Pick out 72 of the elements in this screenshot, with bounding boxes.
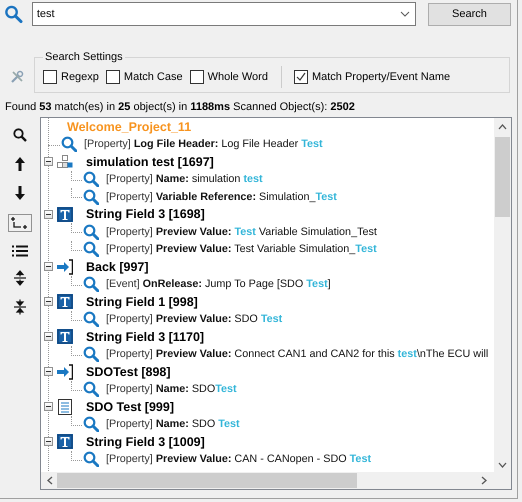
grid-icon bbox=[57, 155, 73, 168]
search-field[interactable]: test bbox=[32, 2, 416, 26]
vertical-scrollbar[interactable] bbox=[494, 118, 511, 472]
status-text: Found 53 match(es) in 25 object(s) in 1188ms Scanned Object(s): 2502 bbox=[4, 100, 356, 115]
search-icon[interactable] bbox=[12, 127, 28, 143]
search-icon bbox=[83, 241, 99, 258]
expand-icon[interactable] bbox=[14, 270, 26, 286]
search-icon bbox=[83, 346, 99, 362]
collapse-icon[interactable] bbox=[14, 299, 26, 315]
chevron-left-icon[interactable] bbox=[47, 476, 53, 485]
collapse-toggle[interactable] bbox=[44, 157, 53, 166]
scrollbar-thumb[interactable] bbox=[57, 473, 357, 488]
search-icon bbox=[83, 276, 99, 292]
collapse-toggle[interactable] bbox=[44, 367, 53, 376]
search-result[interactable]: [Property] Name: SDOTest bbox=[106, 383, 237, 396]
arrow-down-icon[interactable] bbox=[14, 185, 26, 201]
search-icon bbox=[83, 381, 99, 398]
arrow-into-bracket-icon bbox=[57, 258, 73, 275]
search-icon bbox=[83, 451, 99, 468]
search-result[interactable]: [Property] Preview Value: SDO Test bbox=[106, 313, 282, 326]
chevron-up-icon[interactable] bbox=[498, 124, 507, 130]
checkbox-option[interactable]: Regexp bbox=[43, 70, 99, 84]
collapse-toggle[interactable] bbox=[44, 210, 53, 219]
chevron-right-icon[interactable] bbox=[481, 476, 487, 485]
collapse-toggle[interactable] bbox=[44, 332, 53, 342]
search-icon bbox=[83, 171, 99, 188]
search-icon bbox=[83, 416, 99, 432]
tree-node[interactable]: String Field 3 [1698] bbox=[86, 207, 205, 222]
search-result[interactable]: [Event] OnRelease: Jump To Page [SDO Test] bbox=[106, 278, 331, 290]
tree-node[interactable]: SDO Test [999] bbox=[86, 400, 174, 414]
group-title: Search Settings bbox=[44, 51, 124, 63]
text-field-icon bbox=[57, 329, 73, 344]
search-result[interactable]: [Property] Log File Header: Log File Header Test bbox=[84, 138, 323, 150]
search-icon bbox=[83, 311, 99, 328]
horizontal-scrollbar[interactable] bbox=[41, 472, 511, 489]
checkbox-option[interactable]: Match Property/Event Name bbox=[294, 70, 450, 84]
chevron-down-icon[interactable] bbox=[498, 462, 507, 468]
tree-node[interactable]: SDOTest [898] bbox=[86, 364, 171, 379]
search-icon bbox=[83, 188, 99, 205]
search-button[interactable]: Search bbox=[428, 2, 511, 26]
tree-node[interactable]: simulation test [1697] bbox=[86, 154, 214, 169]
text-field-icon bbox=[57, 206, 73, 222]
tree-node[interactable]: String Field 3 [1170] bbox=[86, 330, 204, 344]
tree-node[interactable]: String Field 3 [1009] bbox=[86, 434, 205, 449]
tree-node[interactable]: String Field 1 [998] bbox=[86, 294, 198, 309]
document-icon bbox=[58, 398, 72, 415]
check-icon bbox=[294, 71, 307, 83]
collapse-toggle[interactable] bbox=[44, 437, 53, 446]
search-result[interactable]: [Property] Preview Value: Connect CAN1 and CAN2 for this test\nThe ECU will bbox=[106, 348, 488, 360]
search-icon bbox=[83, 224, 99, 240]
collapse-toggle[interactable] bbox=[44, 262, 53, 272]
search-result[interactable]: [Property] Preview Value: Test Variable Simulation_Test bbox=[106, 243, 377, 256]
scrollbar-thumb[interactable] bbox=[495, 137, 510, 217]
search-result[interactable]: [Property] Variable Reference: Simulation_Test bbox=[106, 190, 337, 203]
tree-node[interactable]: Back [997] bbox=[86, 260, 149, 274]
chevron-down-icon[interactable] bbox=[400, 11, 410, 17]
search-icon bbox=[61, 136, 77, 152]
text-field-icon bbox=[57, 434, 73, 450]
list-icon[interactable] bbox=[12, 245, 28, 257]
select-all-icon[interactable] bbox=[8, 214, 32, 232]
collapse-toggle[interactable] bbox=[44, 402, 53, 412]
arrow-up-icon[interactable] bbox=[14, 156, 26, 172]
search-result[interactable]: [Property] Name: SDO Test bbox=[106, 418, 240, 430]
search-icon bbox=[4, 4, 23, 24]
checkbox-option[interactable]: Whole Word bbox=[190, 70, 268, 84]
search-result[interactable]: [Property] Preview Value: CAN - CANopen - SDO Test bbox=[106, 453, 372, 466]
text-field-icon bbox=[57, 294, 73, 310]
search-result[interactable]: [Property] Preview Value: Test Variable Simulation_Test bbox=[106, 226, 377, 238]
collapse-toggle[interactable] bbox=[44, 297, 53, 306]
arrow-into-bracket-icon bbox=[57, 364, 73, 380]
checkbox-option[interactable]: Match Case bbox=[106, 70, 183, 84]
search-result[interactable]: [Property] Name: simulation test bbox=[106, 173, 263, 186]
